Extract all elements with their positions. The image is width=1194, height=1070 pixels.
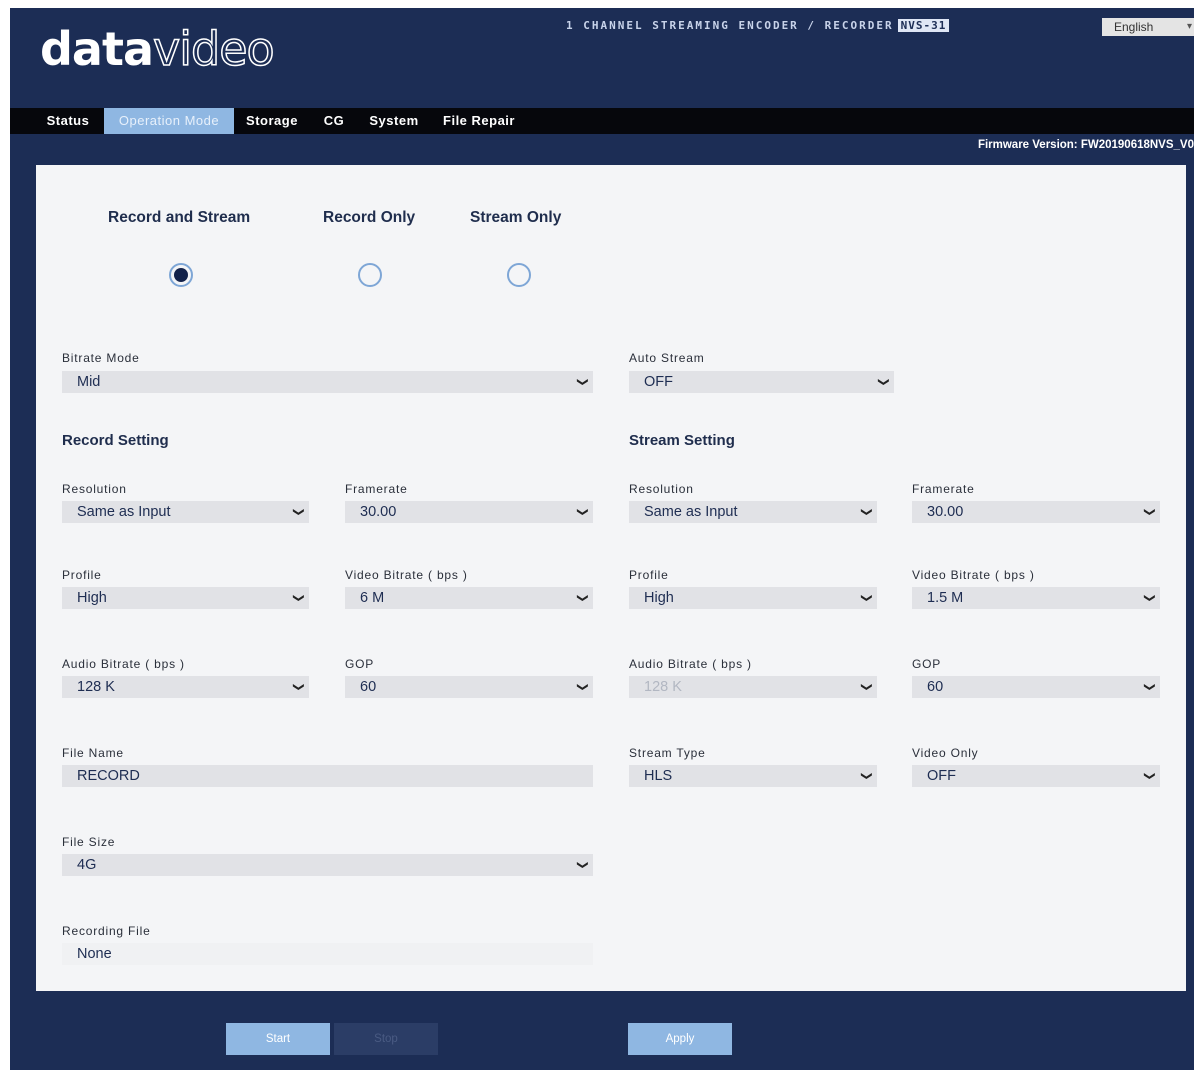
file-name-label: File Name <box>62 746 124 760</box>
video-only-select[interactable]: OFF ❯ <box>912 765 1160 787</box>
chevron-down-icon: ▾ <box>1186 21 1192 32</box>
mode-label-record-only: Record Only <box>323 209 416 226</box>
stream-gop-label: GOP <box>912 657 942 671</box>
tab-system[interactable]: System <box>364 108 424 134</box>
record-video-bitrate-select[interactable]: 6 M ❯ <box>345 587 593 609</box>
stream-video-bitrate-select[interactable]: 1.5 M ❯ <box>912 587 1160 609</box>
nav-bar: Status Operation Mode Storage CG System … <box>10 108 1194 134</box>
file-size-select[interactable]: 4G ❯ <box>62 854 593 876</box>
stream-resolution-select[interactable]: Same as Input ❯ <box>629 501 877 523</box>
record-setting-title: Record Setting <box>62 432 169 449</box>
model-badge: NVS-31 <box>897 19 950 32</box>
bitrate-mode-label: Bitrate Mode <box>62 351 140 365</box>
chevron-down-icon: ❯ <box>576 860 589 870</box>
mode-label-stream-only: Stream Only <box>470 209 562 226</box>
chevron-down-icon: ❯ <box>576 377 589 387</box>
video-only-label: Video Only <box>912 746 979 760</box>
datavideo-logo: datavideo <box>40 21 275 77</box>
record-resolution-select[interactable]: Same as Input ❯ <box>62 501 309 523</box>
operation-mode-panel: Record and Stream Record Only Stream Onl… <box>36 165 1186 991</box>
file-size-label: File Size <box>62 835 116 849</box>
tab-file-repair[interactable]: File Repair <box>434 108 524 134</box>
chevron-down-icon: ❯ <box>860 507 873 517</box>
record-framerate-select[interactable]: 30.00 ❯ <box>345 501 593 523</box>
record-profile-label: Profile <box>62 568 102 582</box>
tab-storage[interactable]: Storage <box>240 108 304 134</box>
apply-button[interactable]: Apply <box>628 1023 732 1055</box>
radio-record-and-stream[interactable] <box>169 263 193 287</box>
auto-stream-select[interactable]: OFF ❯ <box>629 371 894 393</box>
chevron-down-icon: ❯ <box>860 682 873 692</box>
stream-type-label: Stream Type <box>629 746 706 760</box>
chevron-down-icon: ❯ <box>1143 771 1156 781</box>
auto-stream-label: Auto Stream <box>629 351 705 365</box>
recording-file-label: Recording File <box>62 924 151 938</box>
record-framerate-label: Framerate <box>345 482 408 496</box>
bitrate-mode-select[interactable]: Mid ❯ <box>62 371 593 393</box>
product-title: 1 CHANNEL STREAMING ENCODER / RECORDER NV… <box>566 19 950 32</box>
chevron-down-icon: ❯ <box>860 771 873 781</box>
firmware-version: Firmware Version: FW20190618NVS_V0 <box>977 139 1194 151</box>
record-video-bitrate-label: Video Bitrate ( bps ) <box>345 568 468 582</box>
record-resolution-label: Resolution <box>62 482 127 496</box>
chevron-down-icon: ❯ <box>877 377 890 387</box>
stream-profile-select[interactable]: High ❯ <box>629 587 877 609</box>
language-select[interactable]: English ▾ <box>1102 18 1194 36</box>
recording-file-value: None <box>62 943 593 965</box>
chevron-down-icon: ❯ <box>576 682 589 692</box>
stream-video-bitrate-label: Video Bitrate ( bps ) <box>912 568 1035 582</box>
tab-cg[interactable]: CG <box>314 108 354 134</box>
radio-record-only[interactable] <box>358 263 382 287</box>
chevron-down-icon: ❯ <box>576 507 589 517</box>
record-gop-label: GOP <box>345 657 375 671</box>
stream-framerate-select[interactable]: 30.00 ❯ <box>912 501 1160 523</box>
start-button[interactable]: Start <box>226 1023 330 1055</box>
stream-setting-title: Stream Setting <box>629 432 735 449</box>
record-gop-select[interactable]: 60 ❯ <box>345 676 593 698</box>
chevron-down-icon: ❯ <box>1143 593 1156 603</box>
chevron-down-icon: ❯ <box>1143 682 1156 692</box>
chevron-down-icon: ❯ <box>292 682 305 692</box>
stream-resolution-label: Resolution <box>629 482 694 496</box>
tab-status[interactable]: Status <box>38 108 98 134</box>
radio-stream-only[interactable] <box>507 263 531 287</box>
stream-audio-bitrate-label: Audio Bitrate ( bps ) <box>629 657 752 671</box>
stream-gop-select[interactable]: 60 ❯ <box>912 676 1160 698</box>
stream-framerate-label: Framerate <box>912 482 975 496</box>
file-name-input[interactable]: RECORD <box>62 765 593 787</box>
stream-audio-bitrate-select: 128 K ❯ <box>629 676 877 698</box>
chevron-down-icon: ❯ <box>576 593 589 603</box>
stream-type-select[interactable]: HLS ❯ <box>629 765 877 787</box>
stop-button: Stop <box>334 1023 438 1055</box>
record-audio-bitrate-label: Audio Bitrate ( bps ) <box>62 657 185 671</box>
stream-profile-label: Profile <box>629 568 669 582</box>
mode-label-record-and-stream: Record and Stream <box>108 209 251 226</box>
chevron-down-icon: ❯ <box>292 593 305 603</box>
tab-operation-mode[interactable]: Operation Mode <box>104 108 234 134</box>
record-audio-bitrate-select[interactable]: 128 K ❯ <box>62 676 309 698</box>
record-profile-select[interactable]: High ❯ <box>62 587 309 609</box>
chevron-down-icon: ❯ <box>1143 507 1156 517</box>
chevron-down-icon: ❯ <box>860 593 873 603</box>
chevron-down-icon: ❯ <box>292 507 305 517</box>
